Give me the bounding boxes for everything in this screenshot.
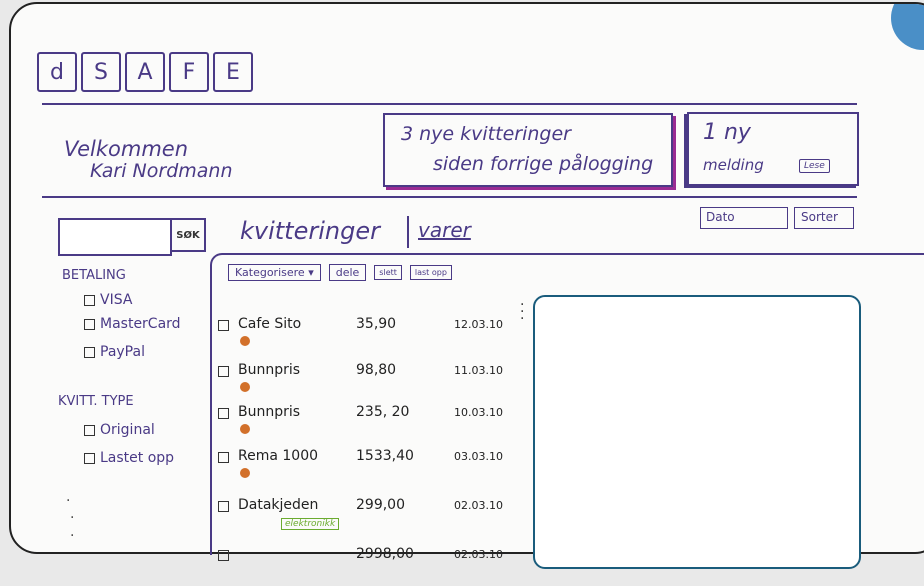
notice-text-line1: 3 nye kvitteringer xyxy=(401,123,571,145)
receipt-store: Bunnpris xyxy=(238,362,301,378)
upload-button[interactable]: last opp xyxy=(409,265,452,280)
checkbox[interactable] xyxy=(218,550,229,561)
receipt-amount: 98,80 xyxy=(356,362,397,378)
tab-goods[interactable]: varer xyxy=(418,218,471,242)
header-bottom-rule xyxy=(42,196,857,198)
checkbox[interactable] xyxy=(84,346,95,358)
filter-label: MasterCard xyxy=(100,316,181,332)
receipt-store: Cafe Sito xyxy=(238,316,302,332)
logo-letter-a: A xyxy=(125,52,165,92)
logo-letter-e: E xyxy=(213,52,253,92)
table-row[interactable]: Cafe Sito 35,90 12.03.10 xyxy=(218,316,518,356)
sort-button[interactable]: Sorter xyxy=(794,207,854,229)
checkbox[interactable] xyxy=(84,318,95,330)
message-notice: 1 ny melding Lese xyxy=(687,112,859,186)
action-toolbar: Kategorisere ▾ dele slett last opp xyxy=(228,264,452,281)
status-dot-icon xyxy=(240,382,250,392)
search-button[interactable]: SØK xyxy=(170,218,206,252)
ellipsis-dot: · xyxy=(66,493,71,509)
status-dot-icon xyxy=(240,336,250,346)
checkbox[interactable] xyxy=(218,408,229,419)
logo: d S A F E xyxy=(37,52,253,92)
tab-divider xyxy=(407,216,409,248)
header-top-rule xyxy=(42,103,857,105)
filter-label: Lastet opp xyxy=(100,450,175,466)
tab-receipts[interactable]: kvitteringer xyxy=(240,217,380,245)
table-row[interactable]: Rema 1000 1533,40 03.03.10 xyxy=(218,448,518,488)
table-row[interactable]: Bunnpris 235, 20 10.03.10 xyxy=(218,404,518,444)
corner-badge xyxy=(891,4,924,50)
checkbox[interactable] xyxy=(218,366,229,377)
checkbox[interactable] xyxy=(84,294,95,306)
table-row[interactable]: Bunnpris 98,80 11.03.10 xyxy=(218,362,518,402)
receipt-amount: 299,00 xyxy=(356,497,405,513)
receipt-date: 11.03.10 xyxy=(454,364,503,377)
status-dot-icon xyxy=(240,424,250,434)
delete-button[interactable]: slett xyxy=(374,265,402,280)
receipt-date: 10.03.10 xyxy=(454,406,503,419)
logo-letter-s: S xyxy=(81,52,121,92)
share-button[interactable]: dele xyxy=(328,264,367,281)
categorize-label: Kategorisere xyxy=(235,266,305,279)
logo-letter-d: d xyxy=(37,52,77,92)
categorize-dropdown[interactable]: Kategorisere ▾ xyxy=(228,264,321,281)
receipt-preview-pane xyxy=(533,295,861,569)
message-label: melding xyxy=(703,156,764,174)
search-input[interactable] xyxy=(58,218,172,256)
ellipsis-dot: · xyxy=(70,528,75,544)
filter-label: VISA xyxy=(100,292,133,308)
read-message-button[interactable]: Lese xyxy=(799,159,830,173)
receipt-date: 02.03.10 xyxy=(454,548,503,561)
logo-letter-f: F xyxy=(169,52,209,92)
receipt-store: Bunnpris xyxy=(238,404,301,420)
new-receipts-notice[interactable]: 3 nye kvitteringer siden forrige påloggi… xyxy=(383,113,673,187)
receipt-amount: 2998,00 xyxy=(356,546,414,562)
filter-mastercard[interactable]: MasterCard xyxy=(84,316,181,332)
checkbox[interactable] xyxy=(84,452,95,464)
receipt-amount: 235, 20 xyxy=(356,404,410,420)
checkbox[interactable] xyxy=(218,501,229,512)
payment-heading: BETALING xyxy=(62,268,126,283)
welcome-user-name: Kari Nordmann xyxy=(90,160,233,182)
receipt-date: 03.03.10 xyxy=(454,450,503,463)
filter-original[interactable]: Original xyxy=(84,422,155,438)
filter-uploaded[interactable]: Lastet opp xyxy=(84,450,174,466)
notice-text-line2: siden forrige pålogging xyxy=(433,153,654,175)
checkbox[interactable] xyxy=(218,320,229,331)
category-tag[interactable]: elektronikk xyxy=(281,518,340,530)
filter-label: Original xyxy=(100,422,155,438)
receipt-type-heading: KVITT. TYPE xyxy=(58,394,134,409)
checkbox[interactable] xyxy=(218,452,229,463)
table-row[interactable]: Datakjeden 299,00 02.03.10 xyxy=(218,497,518,537)
ellipsis-dot: · xyxy=(70,510,75,526)
status-dot-icon xyxy=(240,468,250,478)
table-row[interactable]: 2998,00 02.03.10 xyxy=(218,546,518,586)
filter-visa[interactable]: VISA xyxy=(84,292,132,308)
receipt-date: 12.03.10 xyxy=(454,318,503,331)
receipt-amount: 35,90 xyxy=(356,316,397,332)
date-filter-button[interactable]: Dato xyxy=(700,207,788,229)
receipt-store: Datakjeden xyxy=(238,497,319,513)
more-options-icon[interactable]: · · · xyxy=(520,298,524,326)
receipt-date: 02.03.10 xyxy=(454,499,503,512)
filter-label: PayPal xyxy=(100,344,145,360)
message-count: 1 ny xyxy=(703,120,751,145)
chevron-down-icon: ▾ xyxy=(308,266,314,279)
checkbox[interactable] xyxy=(84,424,95,436)
welcome-greeting: Velkommen xyxy=(64,137,189,161)
receipt-amount: 1533,40 xyxy=(356,448,414,464)
filter-paypal[interactable]: PayPal xyxy=(84,344,145,360)
receipt-store: Rema 1000 xyxy=(238,448,319,464)
